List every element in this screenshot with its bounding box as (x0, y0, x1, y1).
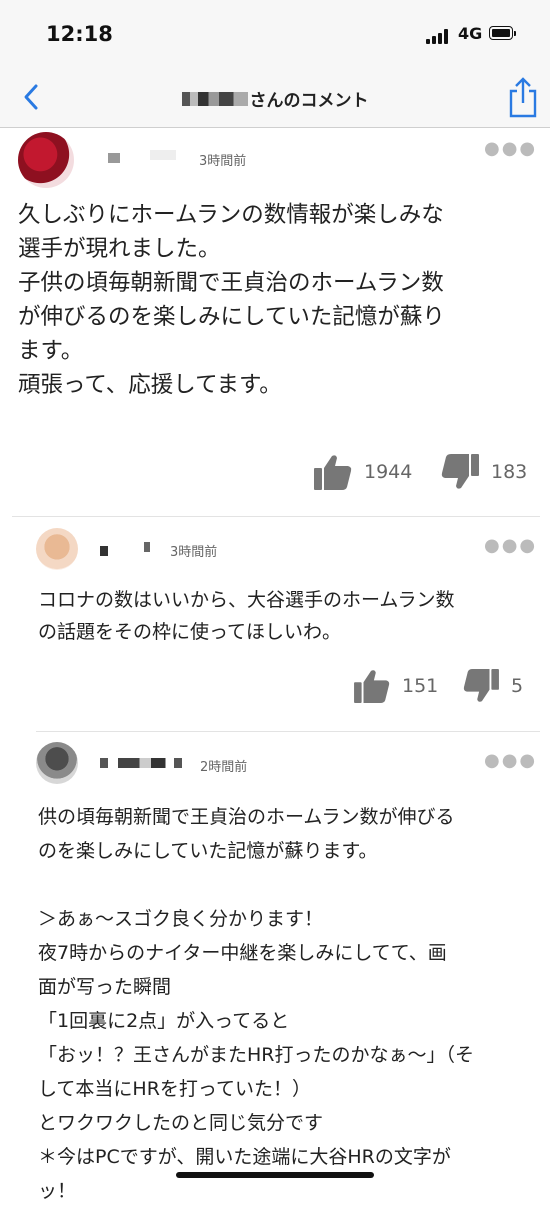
more-options-icon[interactable]: ●●● (484, 535, 537, 556)
nav-title-wrap: さんのコメント (0, 86, 550, 111)
divider (36, 731, 540, 732)
redacted-username (181, 91, 248, 106)
dislike-button[interactable]: 183 (441, 454, 527, 490)
thumbs-up-icon (314, 455, 352, 490)
comment-time: 3時間前 (170, 545, 218, 560)
like-count: 1944 (364, 461, 413, 483)
network-type: 4G (458, 24, 483, 43)
divider (12, 516, 540, 517)
comment-time: 2時間前 (200, 760, 248, 775)
comment-text: コロナの数はいいから、大谷選手のホームラン数 の話題をその枠に使ってほしいわ。 (38, 589, 455, 643)
redacted-username (144, 542, 150, 552)
like-button[interactable]: 151 (354, 669, 438, 703)
avatar[interactable] (36, 528, 78, 570)
redacted-username (150, 150, 176, 160)
more-options-icon[interactable]: ●●● (484, 138, 537, 159)
thumbs-down-icon (463, 669, 499, 702)
comment-text: 久しぶりにホームランの数情報が楽しみな 選手が現れました。 子供の頃毎朝新聞で王… (18, 202, 445, 398)
thumbs-down-icon (441, 454, 479, 489)
home-indicator (176, 1172, 374, 1178)
signal-icon (426, 28, 452, 44)
redacted-username (100, 758, 182, 768)
avatar[interactable] (36, 742, 78, 784)
share-button[interactable] (506, 76, 540, 118)
share-icon (509, 77, 537, 118)
dislike-count: 5 (511, 675, 524, 697)
dislike-count: 183 (491, 461, 528, 483)
dislike-button[interactable]: 5 (463, 669, 523, 703)
redacted-username (100, 546, 108, 556)
comment-time: 3時間前 (199, 154, 247, 169)
status-bar: 12:18 4G (0, 0, 550, 66)
more-options-icon[interactable]: ●●● (484, 750, 537, 771)
battery-icon (489, 26, 517, 42)
comment-text: 供の頃毎朝新聞で王貞治のホームラン数が伸びる のを楽しみにしていた記憶が蘇ります… (38, 806, 474, 1202)
status-time: 12:18 (46, 22, 113, 46)
thumbs-up-icon (354, 670, 390, 703)
like-button[interactable]: 1944 (314, 454, 412, 490)
like-count: 151 (402, 675, 439, 697)
avatar[interactable] (18, 132, 74, 188)
redacted-username (108, 153, 120, 163)
nav-bar: さんのコメント (0, 66, 550, 128)
page-title: さんのコメント (249, 91, 369, 111)
